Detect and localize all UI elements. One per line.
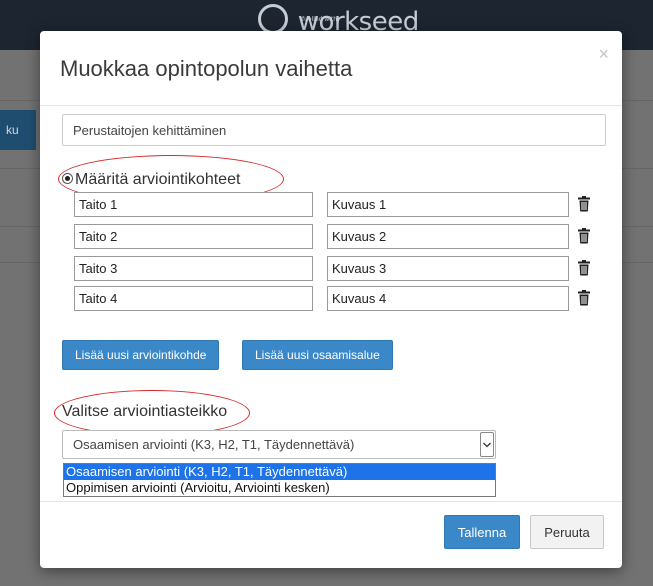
cancel-button[interactable]: Peruuta bbox=[530, 515, 604, 549]
close-icon[interactable]: × bbox=[598, 44, 609, 65]
add-competence-area-button[interactable]: Lisää uusi osaamisalue bbox=[242, 340, 393, 370]
backdrop-button: ku bbox=[0, 110, 36, 150]
description-input[interactable] bbox=[327, 286, 569, 311]
step-name-input[interactable] bbox=[62, 114, 606, 146]
skill-input[interactable] bbox=[74, 192, 313, 217]
edit-step-modal: Muokkaa opintopolun vaihetta × Määritä a… bbox=[40, 31, 622, 568]
scale-select[interactable]: Osaamisen arviointi (K3, H2, T1, Täydenn… bbox=[62, 430, 496, 459]
scale-label: Valitse arviointiasteikko bbox=[62, 403, 228, 420]
skill-input[interactable] bbox=[74, 256, 313, 281]
trash-icon[interactable] bbox=[577, 196, 591, 212]
scale-option[interactable]: Oppimisen arviointi (Arvioitu, Arviointi… bbox=[64, 480, 495, 496]
assessment-targets-option[interactable]: Määritä arviointikohteet bbox=[62, 171, 240, 189]
save-button[interactable]: Tallenna bbox=[444, 515, 520, 549]
scale-dropdown-list: Osaamisen arviointi (K3, H2, T1, Täydenn… bbox=[63, 463, 496, 497]
trash-icon[interactable] bbox=[577, 260, 591, 276]
trash-icon[interactable] bbox=[577, 228, 591, 244]
assessment-radio-label: Määritä arviointikohteet bbox=[75, 171, 241, 188]
header-divider bbox=[40, 105, 622, 106]
add-assessment-target-button[interactable]: Lisää uusi arviointikohde bbox=[62, 340, 220, 370]
modal-title: Muokkaa opintopolun vaihetta bbox=[60, 56, 353, 81]
skill-input[interactable] bbox=[74, 224, 313, 249]
brand-mark-icon bbox=[258, 4, 288, 34]
trash-icon[interactable] bbox=[577, 290, 591, 306]
radio-selected-icon[interactable] bbox=[62, 173, 73, 184]
scale-option[interactable]: Osaamisen arviointi (K3, H2, T1, Täydenn… bbox=[64, 464, 495, 480]
scale-select-value: Osaamisen arviointi (K3, H2, T1, Täydenn… bbox=[73, 437, 355, 452]
description-input[interactable] bbox=[327, 192, 569, 217]
skill-input[interactable] bbox=[74, 286, 313, 311]
description-input[interactable] bbox=[327, 224, 569, 249]
chevron-down-icon[interactable] bbox=[480, 432, 494, 457]
description-input[interactable] bbox=[327, 256, 569, 281]
footer-divider bbox=[40, 501, 622, 502]
